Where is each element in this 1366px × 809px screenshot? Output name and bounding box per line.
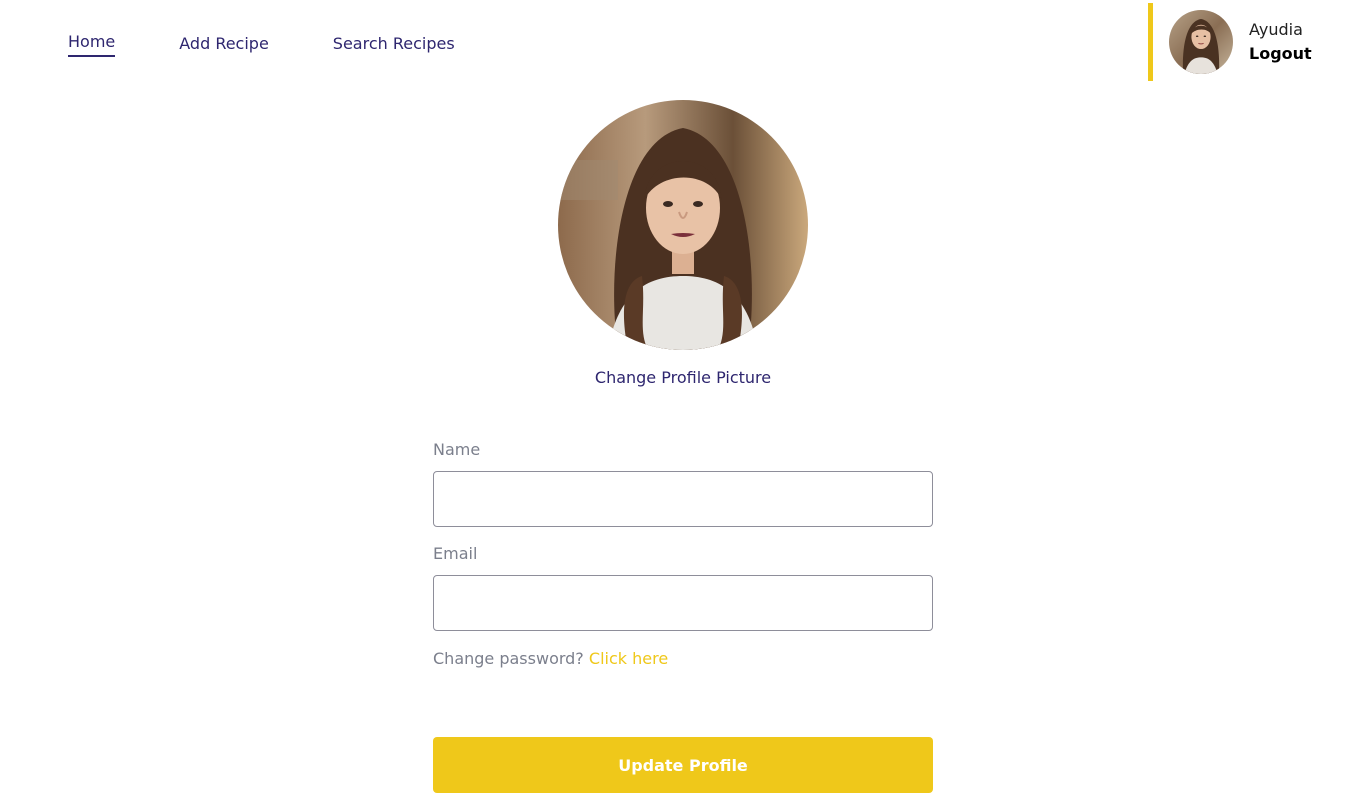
- nav-search-recipes-link[interactable]: Search Recipes: [333, 32, 455, 56]
- nav-home-link[interactable]: Home: [68, 30, 116, 57]
- logout-link[interactable]: Logout: [1249, 42, 1312, 66]
- user-name: Ayudia: [1249, 20, 1303, 39]
- avatar[interactable]: [1169, 10, 1233, 74]
- main-nav: Home Add Recipe Search Recipes: [68, 30, 455, 57]
- nav-add-recipe-link[interactable]: Add Recipe: [179, 32, 269, 56]
- name-label: Name: [433, 440, 481, 459]
- change-password-row: Change password? Click here: [433, 647, 933, 671]
- update-profile-button[interactable]: Update Profile: [433, 737, 933, 793]
- name-input[interactable]: [433, 471, 933, 527]
- profile-picture: [558, 100, 808, 350]
- profile-form: Name Email Change password? Click here: [433, 438, 933, 671]
- change-profile-picture-link[interactable]: Change Profile Picture: [0, 366, 1366, 390]
- email-input[interactable]: [433, 575, 933, 631]
- user-meta: Ayudia Logout: [1249, 18, 1312, 66]
- profile-page: Home Add Recipe Search Recipes Ayudia Lo…: [0, 0, 1366, 809]
- change-password-text: Change password?: [433, 649, 584, 668]
- user-box: Ayudia Logout: [1148, 3, 1312, 81]
- click-here-link[interactable]: Click here: [589, 649, 668, 668]
- email-label: Email: [433, 544, 478, 563]
